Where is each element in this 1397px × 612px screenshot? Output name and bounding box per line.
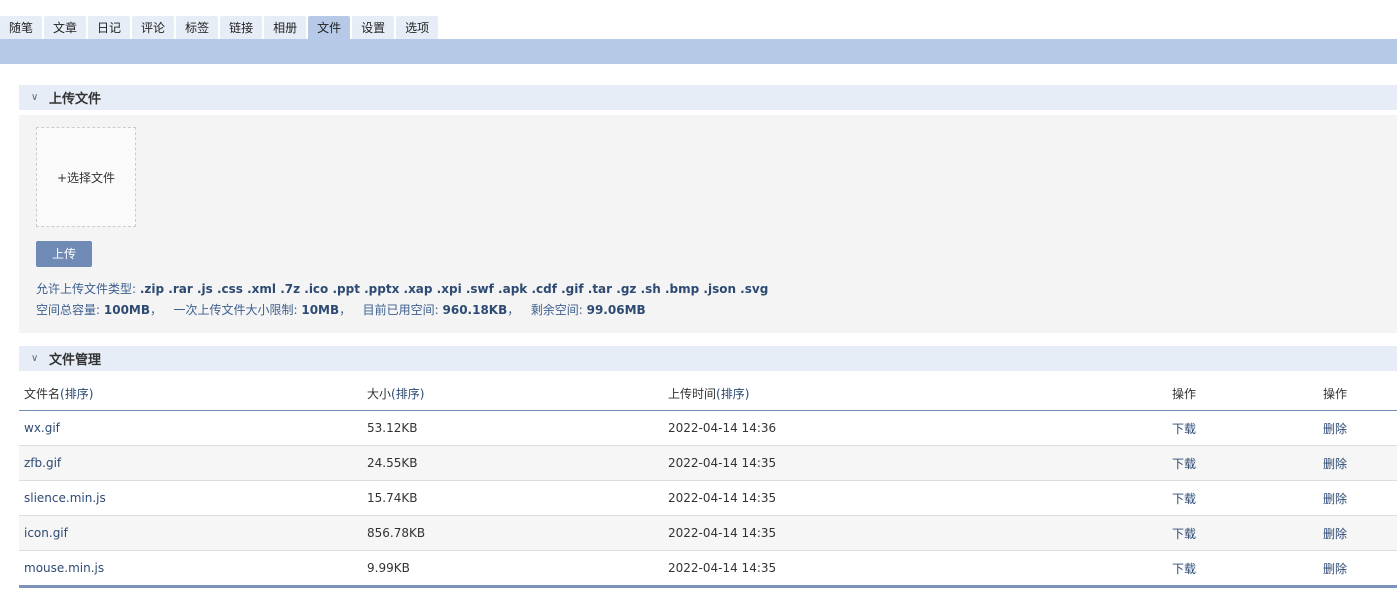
remaining-space-value: 99.06MB [586,303,646,317]
header-upload-time: 上传时间(排序) [663,377,1167,411]
file-table: 文件名(排序) 大小(排序) 上传时间(排序) 操作 操作 wx.gif 53.… [19,377,1397,588]
file-size: 53.12KB [362,410,663,446]
file-upload-time: 2022-04-14 14:35 [663,550,1167,588]
file-size: 9.99KB [362,550,663,588]
upload-button[interactable]: 上传 [36,241,92,267]
manage-section-title: 文件管理 [49,353,102,368]
file-name-link[interactable]: icon.gif [24,526,68,540]
choose-file-label: +选择文件 [56,170,116,185]
tab-settings[interactable]: 设置 [352,16,395,40]
tab-bar [0,39,1397,64]
file-upload-time: 2022-04-14 14:35 [663,480,1167,516]
file-upload-time: 2022-04-14 14:36 [663,410,1167,446]
tab-essay[interactable]: 随笔 [0,16,43,40]
table-row: icon.gif 856.78KB 2022-04-14 14:35 下载 删除 [19,515,1397,551]
download-link[interactable]: 下载 [1172,492,1196,506]
allowed-types-value: .zip .rar .js .css .xml .7z .ico .ppt .p… [139,282,769,296]
table-header-row: 文件名(排序) 大小(排序) 上传时间(排序) 操作 操作 [19,377,1397,411]
chevron-double-down-icon: ∨ [31,352,39,364]
delete-link[interactable]: 删除 [1323,527,1347,541]
download-link[interactable]: 下载 [1172,457,1196,471]
choose-file-button[interactable]: +选择文件 [36,127,136,227]
tab-links[interactable]: 链接 [220,16,263,40]
header-operation-download: 操作 [1167,377,1318,411]
tab-options[interactable]: 选项 [396,16,439,40]
file-name-link[interactable]: mouse.min.js [24,561,104,575]
single-limit-label: 一次上传文件大小限制: [173,303,298,317]
file-size: 856.78KB [362,515,663,551]
delete-link[interactable]: 删除 [1323,492,1347,506]
header-filename: 文件名(排序) [19,377,362,411]
file-size: 15.74KB [362,480,663,516]
file-size: 24.55KB [362,445,663,481]
total-space-value: 100MB [103,303,151,317]
upload-section-header[interactable]: ∨ 上传文件 [19,85,1397,110]
table-row: zfb.gif 24.55KB 2022-04-14 14:35 下载 删除 [19,445,1397,481]
total-space-label: 空间总容量: [36,303,101,317]
tab-tags[interactable]: 标签 [176,16,219,40]
upload-panel: +选择文件 上传 允许上传文件类型: .zip .rar .js .css .x… [19,115,1397,333]
allowed-types-label: 允许上传文件类型: [36,282,137,296]
tab-diary[interactable]: 日记 [88,16,131,40]
tab-album[interactable]: 相册 [264,16,307,40]
sort-by-name-link[interactable]: 排序 [65,387,89,401]
allowed-types-line: 允许上传文件类型: .zip .rar .js .css .xml .7z .i… [36,280,768,297]
table-row: mouse.min.js 9.99KB 2022-04-14 14:35 下载 … [19,550,1397,588]
used-space-label: 目前已用空间: [362,303,439,317]
tab-comment[interactable]: 评论 [132,16,175,40]
sort-by-time-link[interactable]: 排序 [721,387,745,401]
used-space-value: 960.18KB [442,303,508,317]
file-name-link[interactable]: zfb.gif [24,456,61,470]
space-info-line: 空间总容量: 100MB， 一次上传文件大小限制: 10MB， 目前已用空间: … [36,303,646,317]
manage-section-header[interactable]: ∨ 文件管理 [19,346,1397,371]
chevron-double-down-icon: ∨ [31,91,39,103]
single-limit-value: 10MB [301,303,340,317]
remaining-space-label: 剩余空间: [530,303,583,317]
sort-by-size-link[interactable]: 排序 [396,387,420,401]
header-size: 大小(排序) [362,377,663,411]
download-link[interactable]: 下载 [1172,527,1196,541]
nav-tabs: 随笔 文章 日记 评论 标签 链接 相册 文件 设置 选项 [0,14,440,40]
file-name-link[interactable]: wx.gif [24,421,60,435]
table-row: slience.min.js 15.74KB 2022-04-14 14:35 … [19,480,1397,516]
header-operation-delete: 操作 [1318,377,1397,411]
download-link[interactable]: 下载 [1172,562,1196,576]
upload-section-title: 上传文件 [49,92,102,107]
tab-article[interactable]: 文章 [44,16,87,40]
delete-link[interactable]: 删除 [1323,457,1347,471]
file-upload-time: 2022-04-14 14:35 [663,515,1167,551]
delete-link[interactable]: 删除 [1323,422,1347,436]
download-link[interactable]: 下载 [1172,422,1196,436]
delete-link[interactable]: 删除 [1323,562,1347,576]
tab-files[interactable]: 文件 [308,16,351,40]
file-name-link[interactable]: slience.min.js [24,491,106,505]
file-upload-time: 2022-04-14 14:35 [663,445,1167,481]
table-row: wx.gif 53.12KB 2022-04-14 14:36 下载 删除 [19,410,1397,446]
